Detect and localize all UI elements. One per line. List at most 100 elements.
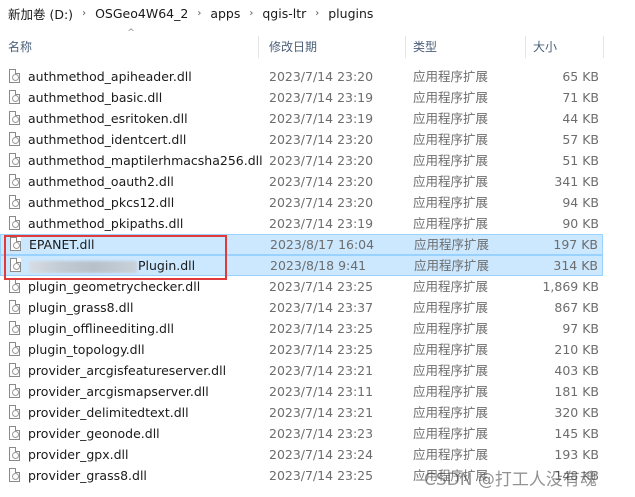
file-type: 应用程序扩展 <box>413 153 489 168</box>
redacted-text-blur <box>29 260 137 273</box>
breadcrumb-separator-icon[interactable]: › <box>249 8 253 19</box>
file-name: EPANET.dll <box>29 234 94 255</box>
dll-file-icon <box>9 402 23 423</box>
file-row[interactable]: plugin_grass8.dll 2023/7/14 23:37 应用程序扩展 86… <box>0 297 603 318</box>
file-date: 2023/7/14 23:25 <box>269 468 374 483</box>
file-type: 应用程序扩展 <box>413 447 489 462</box>
file-size: 90 KB <box>562 216 599 231</box>
file-type: 应用程序扩展 <box>413 426 489 441</box>
dll-file-icon <box>9 339 23 360</box>
file-row[interactable]: plugin_topology.dll 2023/7/14 23:25 应用程序扩展… <box>0 339 603 360</box>
file-name-text: authmethod_maptilerhmacsha256.dll <box>28 153 263 168</box>
file-row[interactable]: EPANET.dll 2023/8/17 16:04 应用程序扩展 197 KB <box>0 234 603 255</box>
file-name: authmethod_pkipaths.dll <box>28 213 183 234</box>
file-name: provider_geonode.dll <box>28 423 160 444</box>
column-header-type[interactable]: 类型 <box>413 34 437 60</box>
file-row[interactable]: Plugin.dll 2023/8/18 9:41 应用程序扩展 314 KB <box>0 255 603 276</box>
dll-file-icon <box>9 213 23 234</box>
column-divider[interactable] <box>405 36 406 58</box>
file-type: 应用程序扩展 <box>413 195 489 210</box>
file-row[interactable]: provider_gpx.dll 2023/7/14 23:24 应用程序扩展 193… <box>0 444 603 465</box>
dll-file-icon <box>10 234 24 255</box>
file-type: 应用程序扩展 <box>413 384 489 399</box>
file-size: 44 KB <box>562 111 599 126</box>
file-row[interactable]: plugin_geometrychecker.dll 2023/7/14 23:2… <box>0 276 603 297</box>
column-header-date[interactable]: 修改日期 <box>269 34 317 60</box>
file-row[interactable]: authmethod_oauth2.dll 2023/7/14 23:20 应用程序… <box>0 171 603 192</box>
file-name-text: authmethod_pkcs12.dll <box>28 195 175 210</box>
file-name-text: authmethod_oauth2.dll <box>28 174 174 189</box>
dll-file-icon <box>9 423 23 444</box>
column-header-size[interactable]: 大小 <box>533 34 557 60</box>
file-row[interactable]: provider_arcgismapserver.dll 2023/7/14 23… <box>0 381 603 402</box>
file-size: 314 KB <box>553 258 598 273</box>
file-name-text: plugin_grass8.dll <box>28 300 134 315</box>
file-row[interactable]: authmethod_pkipaths.dll 2023/7/14 23:19 应用… <box>0 213 603 234</box>
file-name: provider_arcgisfeatureserver.dll <box>28 360 226 381</box>
file-name-text: authmethod_esritoken.dll <box>28 111 188 126</box>
file-type: 应用程序扩展 <box>413 132 489 147</box>
file-date: 2023/7/14 23:21 <box>269 363 374 378</box>
file-row[interactable]: provider_arcgisfeatureserver.dll 2023/7/1… <box>0 360 603 381</box>
file-date: 2023/7/14 23:20 <box>269 174 374 189</box>
column-divider[interactable] <box>258 36 259 58</box>
breadcrumb-item[interactable]: plugins <box>328 6 373 21</box>
column-divider[interactable] <box>525 36 526 58</box>
file-date: 2023/7/14 23:11 <box>269 384 374 399</box>
file-list: authmethod_apiheader.dll 2023/7/14 23:20 应… <box>0 66 635 486</box>
dll-file-icon <box>9 360 23 381</box>
file-name: authmethod_pkcs12.dll <box>28 192 174 213</box>
breadcrumb-separator-icon[interactable]: › <box>315 8 319 19</box>
column-header: 名称 修改日期 类型 大小 <box>0 34 635 60</box>
file-date: 2023/7/14 23:20 <box>269 195 374 210</box>
file-type: 应用程序扩展 <box>413 111 489 126</box>
file-size: 320 KB <box>554 405 599 420</box>
dll-file-icon <box>9 276 23 297</box>
breadcrumb-item[interactable]: 新加卷 (D:) <box>8 4 73 23</box>
file-row[interactable]: authmethod_pkcs12.dll 2023/7/14 23:20 应用程序… <box>0 192 603 213</box>
file-date: 2023/7/14 23:21 <box>269 405 374 420</box>
file-row[interactable]: provider_geonode.dll 2023/7/14 23:23 应用程序扩… <box>0 423 603 444</box>
file-name-text: provider_geonode.dll <box>28 426 160 441</box>
breadcrumb-item[interactable]: apps <box>210 6 240 21</box>
file-name-text: authmethod_identcert.dll <box>28 132 187 147</box>
file-size: 94 KB <box>562 195 599 210</box>
file-row[interactable]: authmethod_basic.dll 2023/7/14 23:19 应用程序扩… <box>0 87 603 108</box>
breadcrumb-item[interactable]: qgis-ltr <box>262 6 306 21</box>
breadcrumb-separator-icon[interactable]: › <box>197 8 201 19</box>
file-row[interactable]: authmethod_apiheader.dll 2023/7/14 23:20 应… <box>0 66 603 87</box>
file-date: 2023/7/14 23:19 <box>269 111 374 126</box>
file-size: 97 KB <box>562 321 599 336</box>
dll-file-icon <box>9 297 23 318</box>
file-name-text: provider_arcgisfeatureserver.dll <box>28 363 227 378</box>
file-name: provider_arcgismapserver.dll <box>28 381 209 402</box>
file-row[interactable]: authmethod_identcert.dll 2023/7/14 23:20 应… <box>0 129 603 150</box>
file-date: 2023/7/14 23:20 <box>269 132 374 147</box>
file-name-text: provider_delimitedtext.dll <box>28 405 189 420</box>
file-date: 2023/7/14 23:19 <box>269 90 374 105</box>
file-size: 51 KB <box>562 153 599 168</box>
file-name: plugin_topology.dll <box>28 339 145 360</box>
file-row[interactable]: authmethod_esritoken.dll 2023/7/14 23:19 应… <box>0 108 603 129</box>
file-row[interactable]: provider_delimitedtext.dll 2023/7/14 23:2… <box>0 402 603 423</box>
dll-file-icon <box>9 171 23 192</box>
file-type: 应用程序扩展 <box>413 300 489 315</box>
file-name: provider_gpx.dll <box>28 444 128 465</box>
file-name-text: provider_gpx.dll <box>28 447 129 462</box>
file-name: Plugin.dll <box>29 255 195 276</box>
column-divider[interactable] <box>603 36 604 58</box>
file-size: 181 KB <box>554 384 599 399</box>
file-date: 2023/7/14 23:25 <box>269 279 374 294</box>
breadcrumb-separator-icon[interactable]: › <box>82 8 86 19</box>
file-name-text: plugin_topology.dll <box>28 342 145 357</box>
file-row[interactable]: authmethod_maptilerhmacsha256.dll 2023/7/… <box>0 150 603 171</box>
file-date: 2023/7/14 23:25 <box>269 342 374 357</box>
file-row[interactable]: plugin_offlineediting.dll 2023/7/14 23:25… <box>0 318 603 339</box>
dll-file-icon <box>9 66 23 87</box>
breadcrumb-item[interactable]: OSGeo4W64_2 <box>95 6 188 21</box>
file-name-text: EPANET.dll <box>29 237 95 252</box>
dll-file-icon <box>9 381 23 402</box>
file-date: 2023/7/14 23:20 <box>269 153 374 168</box>
column-header-name[interactable]: 名称 <box>8 34 32 60</box>
file-type: 应用程序扩展 <box>413 174 489 189</box>
